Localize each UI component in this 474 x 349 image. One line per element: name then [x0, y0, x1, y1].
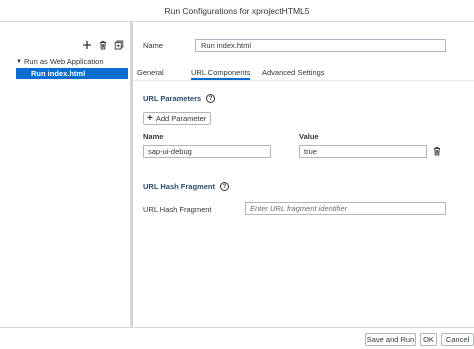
configurations-tree: ▼ Run as Web Application Run index.html [16, 56, 128, 79]
tree-item-run-index[interactable]: Run index.html [16, 68, 128, 79]
tab-bar: General URL Components Advanced Settings [133, 65, 474, 81]
url-parameters-section: URL Parameters ? [143, 94, 216, 103]
tree-group-label: Run as Web Application [24, 57, 104, 66]
copy-icon[interactable] [114, 40, 124, 50]
dialog-footer: Save and Run OK Cancel [0, 327, 474, 349]
url-hash-title: URL Hash Fragment [143, 182, 215, 191]
column-header-value: Value [299, 132, 319, 141]
configurations-toolbar [82, 40, 124, 50]
expand-arrow-icon[interactable]: ▼ [16, 59, 24, 65]
url-hash-label: URL Hash Fragment [143, 205, 212, 214]
help-icon[interactable]: ? [219, 182, 229, 191]
tab-advanced-settings[interactable]: Advanced Settings [262, 68, 325, 80]
add-parameter-label: Add Parameter [155, 114, 207, 123]
name-row: Name Run index.html [143, 39, 446, 52]
add-parameter-button[interactable]: + Add Parameter [143, 112, 212, 125]
tree-group-web-application[interactable]: ▼ Run as Web Application [16, 56, 128, 67]
parameter-name-input[interactable]: sap-ui-debug [143, 145, 271, 158]
name-input[interactable]: Run index.html [195, 39, 446, 52]
save-and-run-button[interactable]: Save and Run [365, 333, 416, 346]
url-hash-input[interactable]: Enter URL fragment identifier [245, 202, 446, 215]
window-title: Run Configurations for xprojectHTML5 [0, 0, 474, 22]
help-icon[interactable]: ? [206, 94, 216, 103]
delete-icon[interactable] [98, 40, 108, 50]
plus-icon: + [147, 112, 153, 124]
tab-general[interactable]: General [137, 68, 164, 80]
delete-parameter-icon[interactable] [432, 146, 442, 156]
tab-url-components[interactable]: URL Components [191, 68, 251, 80]
add-icon[interactable] [82, 40, 92, 50]
configurations-panel: ▼ Run as Web Application Run index.html [0, 22, 130, 327]
cancel-button[interactable]: Cancel [441, 333, 474, 346]
parameter-value-input[interactable]: true [299, 145, 427, 158]
ok-button[interactable]: OK [420, 333, 437, 346]
name-label: Name [143, 41, 164, 50]
column-header-name: Name [143, 132, 164, 141]
url-hash-section: URL Hash Fragment ? [143, 182, 229, 191]
url-parameters-title: URL Parameters [143, 94, 202, 103]
configuration-details: Name Run index.html General URL Componen… [133, 22, 474, 327]
